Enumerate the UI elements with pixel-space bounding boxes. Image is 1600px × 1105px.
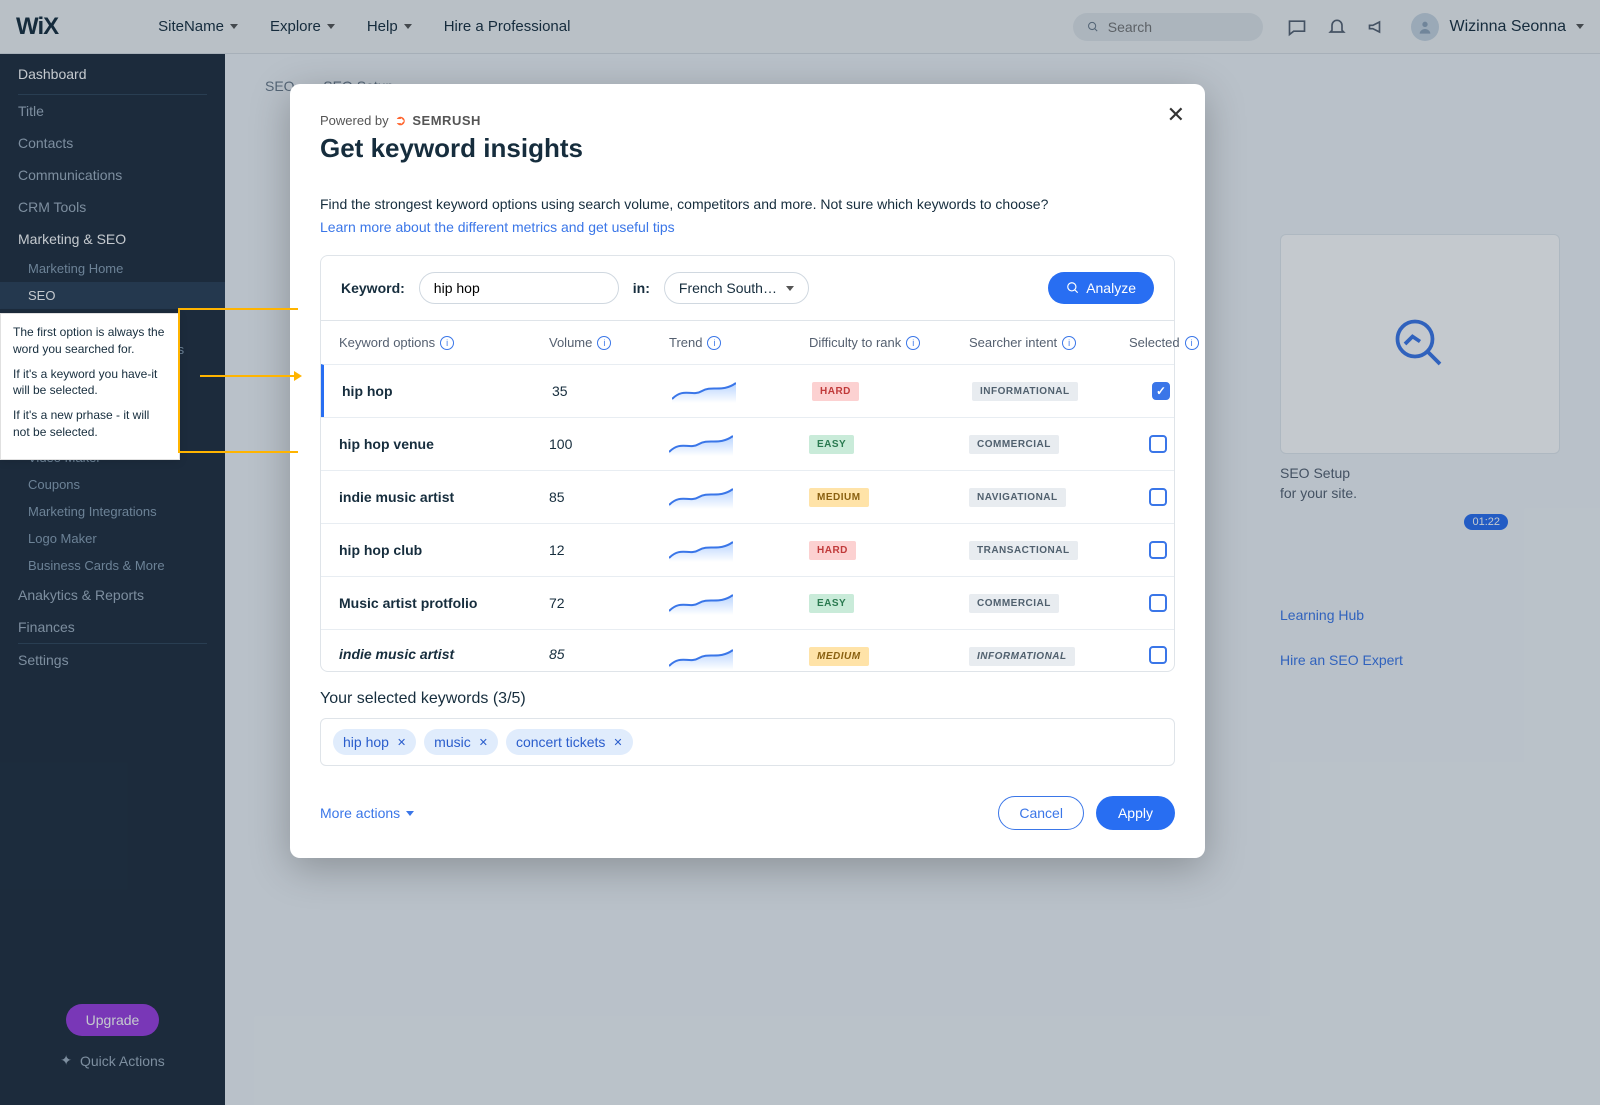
- select-checkbox[interactable]: [1149, 594, 1167, 612]
- keyword-cell: Music artist protfolio: [339, 595, 539, 611]
- keyword-cell: indie music artist: [339, 646, 539, 662]
- analyze-button[interactable]: Analyze: [1048, 272, 1154, 304]
- info-icon[interactable]: i: [707, 336, 721, 350]
- trend-sparkline: [669, 538, 733, 562]
- chevron-down-icon: [406, 811, 414, 816]
- volume-cell: 35: [552, 383, 662, 399]
- table-row: hip hop club 12 HARD TRANSACTIONAL: [321, 523, 1174, 576]
- trend-sparkline: [669, 646, 733, 670]
- close-icon[interactable]: ✕: [1167, 102, 1185, 128]
- modal-title: Get keyword insights: [320, 133, 1175, 164]
- learn-more-link[interactable]: Learn more about the different metrics a…: [320, 219, 1175, 235]
- table-row: Music artist protfolio 72 EASY COMMERCIAL: [321, 576, 1174, 629]
- more-actions-dropdown[interactable]: More actions: [320, 805, 414, 821]
- in-label: in:: [633, 280, 650, 296]
- info-icon[interactable]: i: [906, 336, 920, 350]
- table-row: hip hop 35 HARD INFORMATIONAL: [321, 364, 1174, 417]
- keyword-chip: music✕: [424, 729, 498, 755]
- cancel-button[interactable]: Cancel: [998, 796, 1084, 830]
- keyword-chip: concert tickets✕: [506, 729, 633, 755]
- apply-button[interactable]: Apply: [1096, 796, 1175, 830]
- keyword-table-header: Keyword optionsi Volumei Trendi Difficul…: [321, 320, 1174, 364]
- keyword-input[interactable]: [419, 272, 619, 304]
- table-row: indie music artist 85 MEDIUM NAVIGATIONAL: [321, 470, 1174, 523]
- volume-cell: 85: [549, 489, 659, 505]
- trend-sparkline: [669, 591, 733, 615]
- trend-sparkline: [669, 432, 733, 456]
- search-icon: [1066, 281, 1080, 295]
- selected-keywords-label: Your selected keywords (3/5): [320, 690, 1175, 708]
- remove-chip-icon[interactable]: ✕: [479, 736, 488, 749]
- select-checkbox[interactable]: [1149, 541, 1167, 559]
- info-icon[interactable]: i: [440, 336, 454, 350]
- remove-chip-icon[interactable]: ✕: [613, 736, 622, 749]
- select-checkbox[interactable]: [1149, 646, 1167, 664]
- difficulty-badge: EASY: [809, 594, 854, 613]
- difficulty-badge: EASY: [809, 435, 854, 454]
- table-row: hip hop venue 100 EASY COMMERCIAL: [321, 417, 1174, 470]
- select-checkbox[interactable]: [1149, 488, 1167, 506]
- volume-cell: 100: [549, 436, 659, 452]
- trend-sparkline: [672, 379, 736, 403]
- keyword-label: Keyword:: [341, 280, 405, 296]
- intent-badge: INFORMATIONAL: [972, 382, 1078, 401]
- remove-chip-icon[interactable]: ✕: [397, 736, 406, 749]
- selected-keyword-chips: hip hop✕ music✕ concert tickets✕: [320, 718, 1175, 766]
- table-row: indie music artist 85 MEDIUM INFORMATIONAL: [321, 629, 1174, 671]
- trend-sparkline: [669, 485, 733, 509]
- modal-description: Find the strongest keyword options using…: [320, 194, 1175, 215]
- intent-badge: NAVIGATIONAL: [969, 488, 1066, 507]
- semrush-flame-icon: ➲: [395, 112, 407, 129]
- difficulty-badge: HARD: [809, 541, 856, 560]
- select-checkbox[interactable]: [1152, 382, 1170, 400]
- difficulty-badge: MEDIUM: [809, 488, 869, 507]
- difficulty-badge: MEDIUM: [809, 647, 869, 666]
- intent-badge: TRANSACTIONAL: [969, 541, 1078, 560]
- intent-badge: COMMERCIAL: [969, 435, 1059, 454]
- keyword-cell: indie music artist: [339, 489, 539, 505]
- powered-by: Powered by ➲ SEMRUSH: [320, 112, 1175, 129]
- selected-keywords-section: Your selected keywords (3/5) hip hop✕ mus…: [320, 690, 1175, 766]
- keyword-chip: hip hop✕: [333, 729, 416, 755]
- info-icon[interactable]: i: [1185, 336, 1199, 350]
- keyword-cell: hip hop venue: [339, 436, 539, 452]
- keyword-analyze-panel: Keyword: in: French Souther… Analyze Key…: [320, 255, 1175, 672]
- chevron-down-icon: [786, 286, 794, 291]
- info-icon[interactable]: i: [597, 336, 611, 350]
- keyword-cell: hip hop club: [339, 542, 539, 558]
- keyword-cell: hip hop: [342, 383, 542, 399]
- intent-badge: INFORMATIONAL: [969, 647, 1075, 666]
- keyword-insights-modal: ✕ Powered by ➲ SEMRUSH Get keyword insig…: [290, 84, 1205, 858]
- volume-cell: 12: [549, 542, 659, 558]
- volume-cell: 85: [549, 646, 659, 662]
- volume-cell: 72: [549, 595, 659, 611]
- intent-badge: COMMERCIAL: [969, 594, 1059, 613]
- location-select[interactable]: French Souther…: [664, 272, 809, 304]
- info-icon[interactable]: i: [1062, 336, 1076, 350]
- annotation-callout: The first option is always the word you …: [0, 313, 180, 460]
- select-checkbox[interactable]: [1149, 435, 1167, 453]
- difficulty-badge: HARD: [812, 382, 859, 401]
